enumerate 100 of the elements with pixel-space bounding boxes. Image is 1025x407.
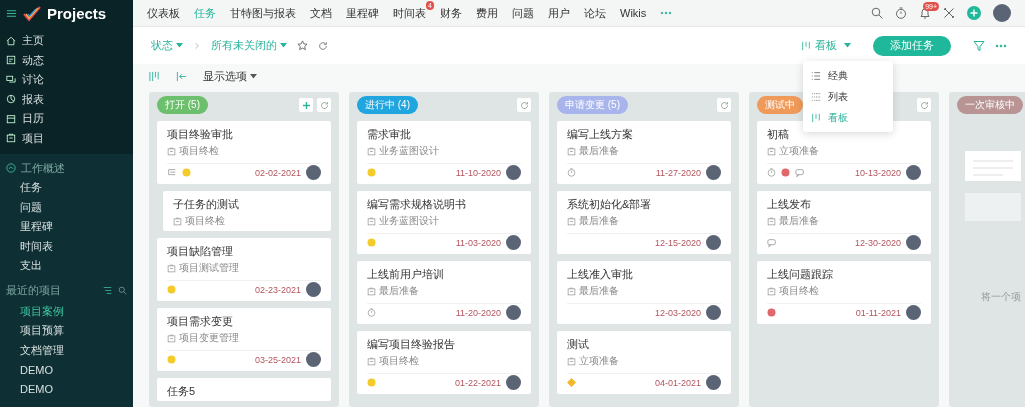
star-icon[interactable] — [297, 40, 308, 51]
logo-icon — [23, 5, 41, 22]
due-date: 12-30-2020 — [854, 237, 901, 248]
avatar — [906, 165, 921, 180]
nav-item[interactable]: 动态 — [0, 50, 133, 70]
task-card[interactable]: 编写需求规格说明书 业务蓝图设计 11-03-2020 — [357, 191, 531, 254]
add-icon[interactable] — [967, 6, 981, 20]
task-card[interactable]: 上线问题跟踪 项目终检 01-11-2021 — [757, 261, 931, 324]
nav-item[interactable]: 任务 — [0, 178, 133, 198]
nav-tab[interactable]: 费用 — [476, 5, 498, 21]
nav-item[interactable]: 支出 — [0, 256, 133, 276]
nav-tab[interactable]: 用户 — [548, 5, 570, 21]
card-project: 最后准备 — [579, 284, 619, 298]
project-icon — [567, 216, 576, 226]
card-project: 项目变更管理 — [179, 331, 239, 345]
caret-icon — [844, 43, 851, 48]
project-icon — [167, 333, 176, 343]
card-project: 项目测试管理 — [179, 261, 239, 275]
nav-tab[interactable]: Wikis — [620, 7, 647, 19]
nav-tab[interactable]: 甘特图与报表 — [230, 5, 296, 21]
task-card[interactable]: 项目需求变更 项目变更管理 03-25-2021 — [157, 308, 331, 371]
nav-tab[interactable]: 财务 — [440, 5, 462, 21]
project-icon — [567, 146, 576, 156]
nav-item[interactable]: 日历 — [0, 109, 133, 129]
filter-list-icon[interactable] — [103, 286, 112, 295]
project-item[interactable]: 项目预算 — [0, 321, 133, 341]
task-card[interactable]: 初稿 立项准备 10-13-2020 — [757, 121, 931, 184]
project-item[interactable]: 文档管理 — [0, 340, 133, 360]
project-item[interactable]: DEMO — [0, 360, 133, 380]
project-item[interactable]: 项目案例 — [0, 301, 133, 321]
nav-tab[interactable]: 文档 — [310, 5, 332, 21]
bell-icon[interactable] — [919, 7, 931, 19]
card-title: 测试 — [567, 337, 590, 351]
caret-icon — [250, 74, 257, 79]
card-title: 系统初始化&部署 — [567, 197, 653, 211]
task-card[interactable]: 上线发布 最后准备 12-30-2020 — [757, 191, 931, 254]
card-title: 上线问题跟踪 — [767, 267, 834, 281]
task-card[interactable]: 上线前用户培训 最后准备 11-20-2020 — [357, 261, 531, 324]
subtask-icon — [167, 167, 177, 178]
due-date: 04-01-2021 — [654, 377, 701, 388]
task-card[interactable]: 测试 立项准备 04-01-2021 — [557, 331, 731, 394]
due-date: 11-03-2020 — [455, 237, 501, 248]
collapse-left-icon[interactable] — [176, 71, 187, 82]
card-project: 业务蓝图设计 — [379, 144, 439, 158]
project-icon — [367, 356, 376, 366]
card-project: 最后准备 — [579, 144, 619, 158]
nav-item[interactable]: 讨论 — [0, 70, 133, 90]
user-avatar[interactable] — [993, 4, 1011, 22]
menu-item[interactable]: 列表 — [803, 86, 893, 107]
section-label: 最近的项目 — [6, 283, 61, 298]
tools-icon[interactable] — [943, 7, 955, 19]
task-card[interactable]: 项目缺陷管理 项目测试管理 02-23-2021 — [157, 238, 331, 301]
card-project: 项目终检 — [185, 214, 225, 228]
refresh-button[interactable] — [717, 98, 731, 112]
priority-dot — [367, 378, 376, 387]
task-card[interactable]: 上线准入审批 最后准备 12-03-2020 — [557, 261, 731, 324]
nav-tab[interactable]: 论坛 — [584, 5, 606, 21]
avatar — [506, 375, 521, 390]
refresh-button[interactable] — [517, 98, 531, 112]
nav-tab[interactable]: 里程碑 — [346, 5, 379, 21]
project-icon — [767, 216, 776, 226]
search-icon[interactable] — [871, 7, 883, 19]
project-item[interactable]: DEMO — [0, 379, 133, 399]
nav-item[interactable]: 项目 — [0, 128, 133, 148]
task-card[interactable]: 编写项目终验报告 项目终检 01-22-2021 — [357, 331, 531, 394]
nav-item[interactable]: 报表 — [0, 89, 133, 109]
task-card[interactable]: 需求审批 业务蓝图设计 11-10-2020 — [357, 121, 531, 184]
menu-icon[interactable] — [6, 8, 17, 19]
filter-icon[interactable] — [973, 39, 985, 52]
nav-tab[interactable]: 仪表板 — [147, 5, 180, 21]
nav-item[interactable]: 问题 — [0, 197, 133, 217]
empty-board-drawing — [965, 151, 1021, 221]
nav-tab[interactable]: 问题 — [512, 5, 534, 21]
task-card[interactable]: 项目终验审批 项目终检 02-02-2021 — [157, 121, 331, 184]
task-card[interactable]: 任务5 — [157, 378, 331, 401]
board-layout-icon[interactable] — [149, 71, 160, 82]
add-button[interactable] — [299, 98, 313, 112]
display-options-dropdown[interactable]: 显示选项 — [203, 69, 257, 84]
refresh-icon[interactable] — [318, 40, 328, 51]
nav-tab[interactable]: 时间表 — [393, 5, 426, 21]
nav-item[interactable]: 里程碑 — [0, 217, 133, 237]
timer-icon[interactable] — [895, 7, 907, 19]
calendar-icon — [6, 113, 16, 124]
refresh-button[interactable] — [917, 98, 931, 112]
task-card[interactable]: 系统初始化&部署 最后准备 12-15-2020 — [557, 191, 731, 254]
nav-item[interactable]: 主页 — [0, 31, 133, 51]
task-card[interactable]: 编写上线方案 最后准备 11-27-2020 — [557, 121, 731, 184]
card-project: 项目终检 — [179, 144, 219, 158]
refresh-icon — [319, 100, 329, 110]
card-title: 上线准入审批 — [567, 267, 634, 281]
refresh-button[interactable] — [317, 98, 331, 112]
folder-icon — [6, 133, 16, 144]
search-icon[interactable] — [118, 286, 127, 295]
priority-dot — [167, 355, 176, 364]
menu-item[interactable]: 经典 — [803, 65, 893, 86]
subtask-card[interactable]: 子任务的测试 项目终检 — [163, 191, 331, 231]
nav-item[interactable]: 时间表 — [0, 236, 133, 256]
section-header[interactable]: 工作概述 — [0, 158, 133, 178]
status-label: 一次审核中 — [957, 96, 1023, 114]
refresh-icon — [919, 100, 929, 110]
